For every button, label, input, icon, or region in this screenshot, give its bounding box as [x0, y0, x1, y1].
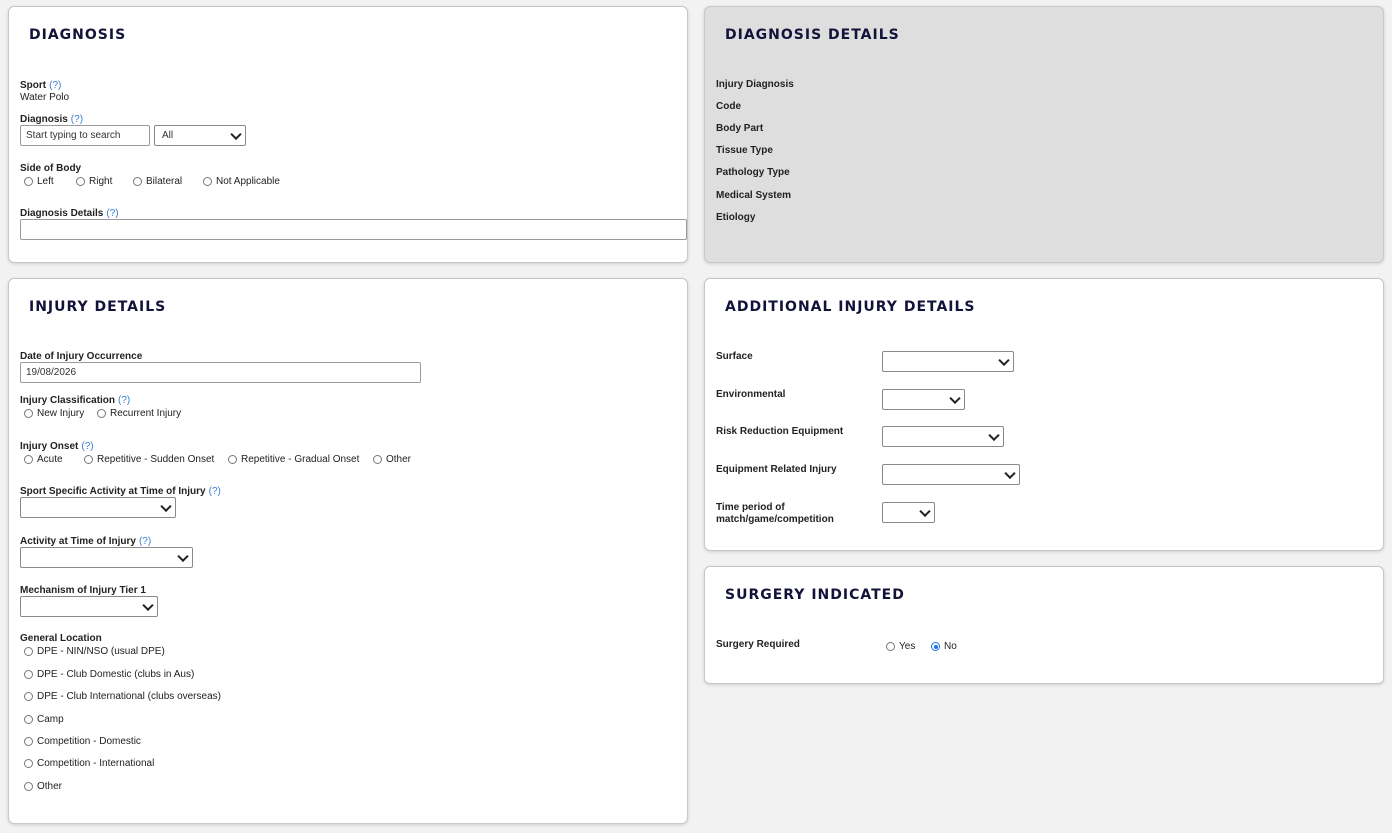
date-of-injury-input[interactable]: 19/08/2026 [20, 362, 421, 383]
help-icon[interactable]: (?) [81, 441, 93, 452]
help-icon[interactable]: (?) [118, 395, 130, 406]
onset-acute-radio[interactable]: Acute [24, 454, 63, 465]
diagnosis-filter-select[interactable]: All [154, 125, 246, 146]
location-radio[interactable]: Competition - Domestic [24, 736, 141, 747]
new-injury-radio[interactable]: New Injury [24, 408, 84, 419]
injury-diagnosis-label: Injury Diagnosis [716, 79, 794, 90]
date-of-injury-label: Date of Injury Occurrence [20, 351, 143, 362]
diagnosis-details-card: DIAGNOSIS DETAILS Injury Diagnosis Code … [704, 6, 1384, 263]
sport-activity-label: Sport Specific Activity at Time of Injur… [20, 486, 221, 497]
onset-gradual-radio[interactable]: Repetitive - Gradual Onset [228, 454, 359, 465]
location-radio[interactable]: Other [24, 781, 62, 792]
surgery-card: SURGERY INDICATED Surgery Required Yes N… [704, 566, 1384, 684]
equipment-related-label: Equipment Related Injury [716, 464, 837, 475]
diagnosis-title: DIAGNOSIS [29, 27, 127, 43]
environmental-label: Environmental [716, 389, 786, 400]
diagnosis-label: Diagnosis (?) [20, 114, 84, 125]
time-period-label: Time period of [716, 502, 785, 513]
diagnosis-card: DIAGNOSIS Sport (?) Water Polo Diagnosis(… [8, 6, 688, 263]
general-location-label: General Location [20, 633, 102, 644]
environmental-select[interactable] [882, 389, 965, 410]
chevron-down-icon [1004, 467, 1016, 479]
location-radio[interactable]: Camp [24, 714, 64, 725]
chevron-down-icon [998, 354, 1010, 366]
sport-label: Sport (?) [20, 80, 62, 91]
diagnosis-details-title: DIAGNOSIS DETAILS [725, 27, 900, 43]
help-icon[interactable]: (?) [71, 114, 83, 125]
chevron-down-icon [177, 550, 189, 562]
additional-injury-title: ADDITIONAL INJURY DETAILS [725, 299, 976, 315]
chevron-down-icon [988, 429, 1000, 441]
location-radio[interactable]: Competition - International [24, 758, 154, 769]
body-part-label: Body Part [716, 123, 764, 134]
surgery-required-label: Surgery Required [716, 639, 800, 650]
risk-reduction-select[interactable] [882, 426, 1004, 447]
chevron-down-icon [949, 392, 961, 404]
risk-reduction-label: Risk Reduction Equipment [716, 426, 844, 437]
side-not-applicable-radio[interactable]: Not Applicable [203, 176, 280, 187]
help-icon[interactable]: (?) [49, 80, 61, 91]
activity-select[interactable] [20, 547, 193, 568]
activity-label: Activity at Time of Injury (?) [20, 536, 152, 547]
surgery-no-radio[interactable]: No [931, 641, 957, 652]
sport-value: Water Polo [20, 92, 70, 103]
injury-details-title: INJURY DETAILS [29, 299, 167, 315]
surface-label: Surface [716, 351, 753, 362]
help-icon[interactable]: (?) [106, 208, 118, 219]
injury-classification-label: Injury Classification (?) [20, 395, 131, 406]
surface-select[interactable] [882, 351, 1014, 372]
location-radio[interactable]: DPE - NIN/NSO (usual DPE) [24, 646, 165, 657]
time-period-select[interactable] [882, 502, 935, 523]
tissue-type-label: Tissue Type [716, 145, 773, 156]
side-bilateral-radio[interactable]: Bilateral [133, 176, 182, 187]
sport-activity-select[interactable] [20, 497, 176, 518]
recurrent-injury-radio[interactable]: Recurrent Injury [97, 408, 181, 419]
diagnosis-search-input[interactable]: Start typing to search [20, 125, 150, 146]
code-label: Code [716, 101, 741, 112]
diagnosis-details-label: Diagnosis Details (?) [20, 208, 119, 219]
surgery-yes-radio[interactable]: Yes [886, 641, 915, 652]
chevron-down-icon [142, 599, 154, 611]
chevron-down-icon [919, 505, 931, 517]
mechanism-select[interactable] [20, 596, 158, 617]
side-of-body-label: Side of Body [20, 163, 82, 174]
mechanism-label: Mechanism of Injury Tier 1 [20, 585, 146, 596]
onset-other-radio[interactable]: Other [373, 454, 411, 465]
etiology-label: Etiology [716, 212, 756, 223]
pathology-type-label: Pathology Type [716, 167, 790, 178]
help-icon[interactable]: (?) [139, 536, 151, 547]
location-radio[interactable]: DPE - Club Domestic (clubs in Aus) [24, 669, 194, 680]
chevron-down-icon [230, 128, 242, 140]
help-icon[interactable]: (?) [209, 486, 221, 497]
additional-injury-card: ADDITIONAL INJURY DETAILS Surface Enviro… [704, 278, 1384, 551]
side-left-radio[interactable]: Left [24, 176, 54, 187]
onset-sudden-radio[interactable]: Repetitive - Sudden Onset [84, 454, 214, 465]
time-period-label-2: match/game/competition [716, 514, 834, 525]
injury-details-card: INJURY DETAILS Date of Injury Occurrence… [8, 278, 688, 824]
chevron-down-icon [160, 500, 172, 512]
medical-system-label: Medical System [716, 190, 792, 201]
side-right-radio[interactable]: Right [76, 176, 112, 187]
location-radio[interactable]: DPE - Club International (clubs overseas… [24, 691, 221, 702]
surgery-title: SURGERY INDICATED [725, 587, 905, 603]
diagnosis-details-input[interactable] [20, 219, 687, 240]
equipment-related-select[interactable] [882, 464, 1020, 485]
injury-onset-label: Injury Onset (?) [20, 441, 94, 452]
